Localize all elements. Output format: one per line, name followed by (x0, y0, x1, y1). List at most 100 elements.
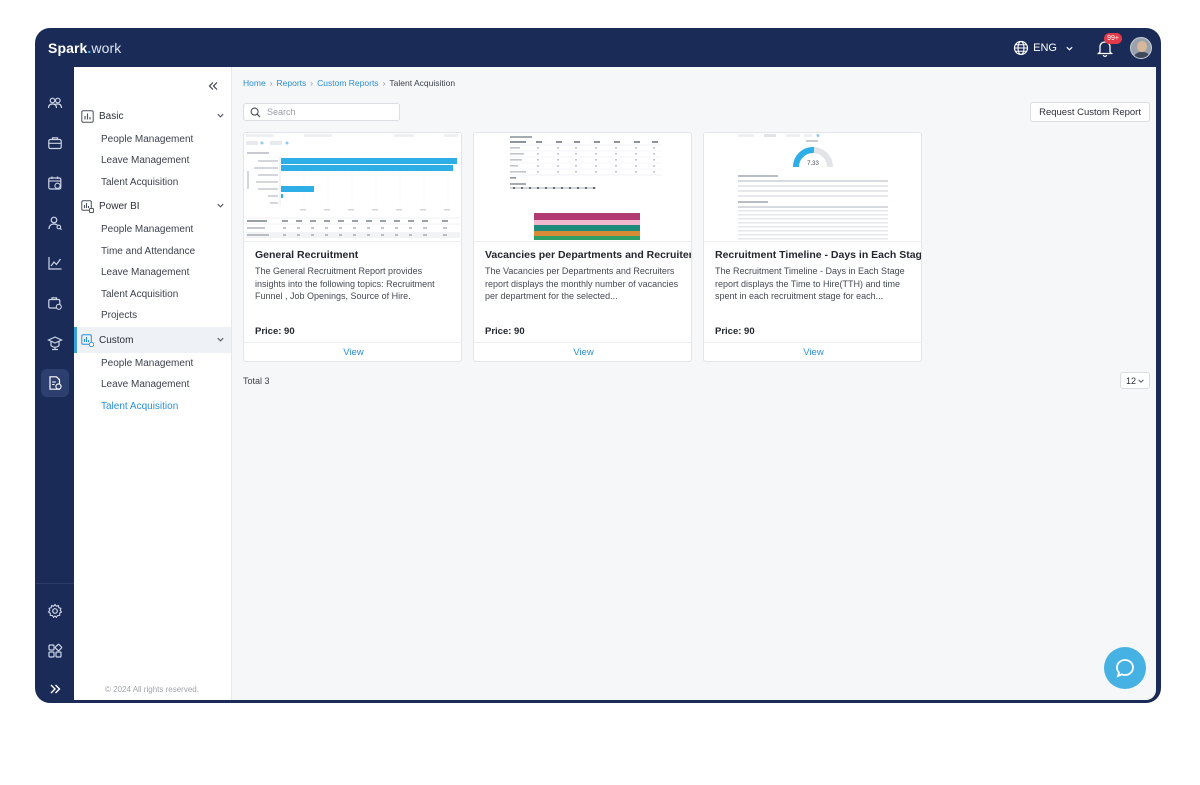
card-title: Vacancies per Departments and Recruiters (485, 249, 692, 261)
card-description: The Recruitment Timeline - Days in Each … (715, 266, 905, 301)
rail-work-settings[interactable] (41, 289, 69, 317)
chevron-down-icon (217, 113, 224, 118)
avatar-body (1133, 52, 1151, 58)
sidebar-group-label: Power BI (99, 200, 140, 212)
search-icon (250, 107, 261, 117)
sidebar-item-powerbi-leave-management[interactable]: Leave Management (101, 267, 189, 278)
sidebar-item-custom-leave-management[interactable]: Leave Management (101, 379, 189, 390)
card-title: General Recruitment (255, 249, 359, 261)
report-thumbnail (474, 133, 691, 242)
graduation-icon (47, 336, 63, 351)
rail-calendar[interactable] (41, 169, 69, 197)
logo-main: Spark (48, 40, 88, 56)
notification-badge: 99+ (1104, 33, 1122, 44)
rail-briefcase[interactable] (41, 129, 69, 157)
apps-grid-icon (48, 643, 63, 658)
page-size-select[interactable]: 12 (1120, 372, 1150, 389)
gear-icon (47, 603, 63, 619)
card-price: Price: 90 (715, 326, 755, 337)
sidebar-item-basic-people-management[interactable]: People Management (101, 134, 193, 145)
line-chart-icon (48, 257, 62, 270)
card-description: The General Recruitment Report provides … (255, 266, 435, 301)
sidebar-group-label: Basic (99, 110, 124, 122)
report-card-general-recruitment[interactable]: General Recruitment The General Recruitm… (243, 132, 462, 362)
notifications-button[interactable]: 99+ (1094, 33, 1122, 59)
user-avatar[interactable] (1130, 37, 1152, 59)
avatar-head (1137, 41, 1147, 52)
top-bar-actions: ENG 99+ (1013, 33, 1152, 60)
gauge-value: 7.33 (807, 161, 819, 167)
user-search-icon (48, 216, 62, 231)
app-window: Spark.work ENG 99+ Basic People Manageme… (36, 29, 1160, 702)
sidebar-item-custom-talent-acquisition[interactable]: Talent Acquisition (101, 401, 178, 412)
reports-sidebar: Basic People Management Leave Management… (74, 67, 232, 700)
rail-reports[interactable] (41, 369, 69, 397)
copyright-text: © 2024 All rights reserved. (105, 685, 199, 694)
sidebar-group-label: Custom (99, 334, 134, 346)
chat-bubble-icon (1116, 659, 1134, 678)
double-chevron-right-icon (50, 684, 61, 694)
request-custom-report-button[interactable]: Request Custom Report (1030, 102, 1150, 122)
card-price: Price: 90 (255, 326, 295, 337)
icon-rail (36, 67, 74, 702)
rail-user-search[interactable] (41, 209, 69, 237)
chevron-down-icon (217, 203, 224, 208)
report-icon (49, 376, 62, 390)
search-input[interactable] (267, 107, 387, 117)
collapse-sidebar-button[interactable] (207, 79, 219, 97)
sidebar-item-powerbi-people-management[interactable]: People Management (101, 224, 193, 235)
rail-divider (36, 583, 74, 584)
content-panel: Basic People Management Leave Management… (74, 67, 1156, 700)
rail-analytics[interactable] (41, 249, 69, 277)
report-thumbnail: 7.33 (704, 133, 921, 242)
rail-apps[interactable] (41, 637, 69, 665)
bar-chart-icon (81, 109, 94, 123)
sidebar-item-custom-people-management[interactable]: People Management (101, 358, 193, 369)
breadcrumb-separator: › (269, 78, 273, 88)
custom-report-icon (81, 333, 94, 347)
breadcrumb-custom-reports[interactable]: Custom Reports (317, 78, 378, 88)
sidebar-group-basic[interactable]: Basic (74, 103, 231, 129)
breadcrumb-reports[interactable]: Reports (277, 78, 307, 88)
card-title: Recruitment Timeline - Days in Each Stag… (715, 249, 922, 261)
chevron-down-icon (1066, 46, 1073, 51)
sidebar-item-powerbi-talent-acquisition[interactable]: Talent Acquisition (101, 289, 178, 300)
card-price: Price: 90 (485, 326, 525, 337)
chat-support-button[interactable] (1104, 647, 1146, 689)
main-content: Home › Reports › Custom Reports › Talent… (232, 67, 1156, 700)
sidebar-item-powerbi-projects[interactable]: Projects (101, 310, 137, 321)
sidebar-group-custom[interactable]: Custom (74, 327, 231, 353)
page-size-value: 12 (1126, 375, 1137, 386)
card-view-button[interactable]: View (244, 342, 461, 361)
sidebar-item-basic-leave-management[interactable]: Leave Management (101, 155, 189, 166)
search-box[interactable] (243, 103, 400, 121)
language-label: ENG (1033, 42, 1057, 54)
calendar-clock-icon (48, 176, 62, 190)
sidebar-group-power-bi[interactable]: Power BI (74, 193, 231, 219)
top-bar: Spark.work ENG 99+ (36, 29, 1160, 67)
chevron-down-icon (1138, 378, 1144, 383)
powerbi-chart-icon (81, 199, 94, 213)
card-view-button[interactable]: View (704, 342, 921, 361)
report-preview-image: 7.33 (738, 134, 888, 240)
card-view-button[interactable]: View (474, 342, 691, 361)
sidebar-item-powerbi-time-and-attendance[interactable]: Time and Attendance (101, 246, 195, 257)
language-selector[interactable]: ENG (1013, 40, 1078, 56)
app-logo[interactable]: Spark.work (48, 40, 121, 56)
rail-people[interactable] (41, 89, 69, 117)
rail-settings[interactable] (41, 597, 69, 625)
report-card-vacancies-per-departments[interactable]: Vacancies per Departments and Recruiters… (473, 132, 692, 362)
rail-training[interactable] (41, 329, 69, 357)
breadcrumb-home[interactable]: Home (243, 78, 266, 88)
sidebar-item-basic-talent-acquisition[interactable]: Talent Acquisition (101, 177, 178, 188)
chevron-down-icon (217, 337, 224, 342)
rail-expand[interactable] (41, 675, 69, 702)
breadcrumb-separator: › (382, 78, 386, 88)
report-thumbnail (244, 133, 461, 242)
card-description: The Vacancies per Departments and Recrui… (485, 266, 679, 301)
results-total: Total 3 (243, 376, 270, 386)
report-preview-image (246, 134, 460, 238)
report-card-recruitment-timeline[interactable]: 7.33 Recruitment Timeline - Days in Each… (703, 132, 922, 362)
double-chevron-left-icon (208, 82, 218, 90)
breadcrumb-current: Talent Acquisition (389, 78, 456, 88)
